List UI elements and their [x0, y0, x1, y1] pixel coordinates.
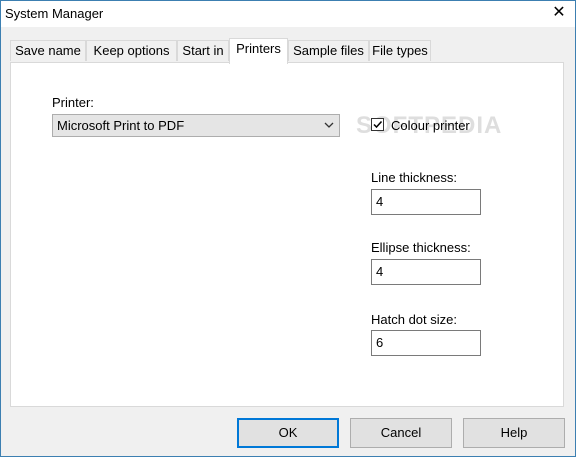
- printer-label: Printer:: [52, 95, 94, 110]
- printer-select-value: Microsoft Print to PDF: [57, 118, 185, 133]
- ellipse-thickness-label: Ellipse thickness:: [371, 240, 471, 255]
- colour-printer-label: Colour printer: [391, 118, 470, 133]
- tab-sample-files[interactable]: Sample files: [288, 40, 369, 61]
- printer-select[interactable]: Microsoft Print to PDF: [52, 114, 340, 137]
- chevron-down-icon: [323, 117, 335, 133]
- line-thickness-field[interactable]: 4: [371, 189, 481, 215]
- hatch-dot-size-field[interactable]: 6: [371, 330, 481, 356]
- system-manager-window: System Manager ✕ Save name Keep options …: [0, 0, 576, 457]
- colour-printer-checkbox[interactable]: [371, 118, 384, 131]
- printers-panel: Printer: Microsoft Print to PDF SOFTPEDI…: [10, 62, 564, 407]
- tab-start-in[interactable]: Start in: [177, 40, 229, 61]
- checkmark-icon: [373, 120, 383, 129]
- tab-printers[interactable]: Printers: [229, 38, 288, 64]
- tab-file-types[interactable]: File types: [369, 40, 431, 61]
- ok-button[interactable]: OK: [237, 418, 339, 448]
- close-icon[interactable]: ✕: [547, 3, 571, 23]
- title-bar: System Manager ✕: [1, 1, 575, 27]
- window-title: System Manager: [5, 6, 104, 21]
- tab-keep-options[interactable]: Keep options: [86, 40, 177, 61]
- cancel-button[interactable]: Cancel: [350, 418, 452, 448]
- line-thickness-label: Line thickness:: [371, 170, 457, 185]
- help-button[interactable]: Help: [463, 418, 565, 448]
- hatch-dot-size-label: Hatch dot size:: [371, 312, 457, 327]
- ellipse-thickness-field[interactable]: 4: [371, 259, 481, 285]
- tab-save-name[interactable]: Save name: [10, 40, 86, 61]
